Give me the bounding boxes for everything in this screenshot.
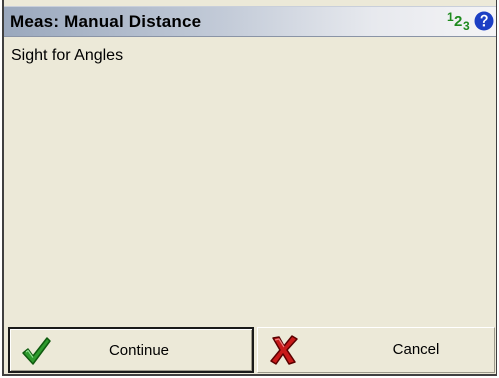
continue-button[interactable]: Continue (8, 327, 254, 373)
numeric-icon-digit-1: 1 (447, 10, 454, 24)
cancel-label: Cancel (392, 341, 440, 358)
title-bar: Meas: Manual Distance 1 2 3 (4, 6, 496, 37)
red-x-icon (268, 334, 300, 366)
instruction-message: Sight for Angles (11, 47, 124, 64)
window-title: Meas: Manual Distance (10, 12, 202, 31)
continue-label: Continue (108, 342, 170, 359)
help-icon[interactable] (474, 11, 494, 31)
numeric-icon-digit-3: 3 (463, 19, 470, 33)
main-content: Sight for Angles (4, 37, 496, 322)
numeric-123-icon[interactable]: 1 2 3 (447, 10, 471, 33)
numeric-icon-digit-2: 2 (454, 13, 463, 30)
cancel-button[interactable]: Cancel (257, 327, 495, 373)
